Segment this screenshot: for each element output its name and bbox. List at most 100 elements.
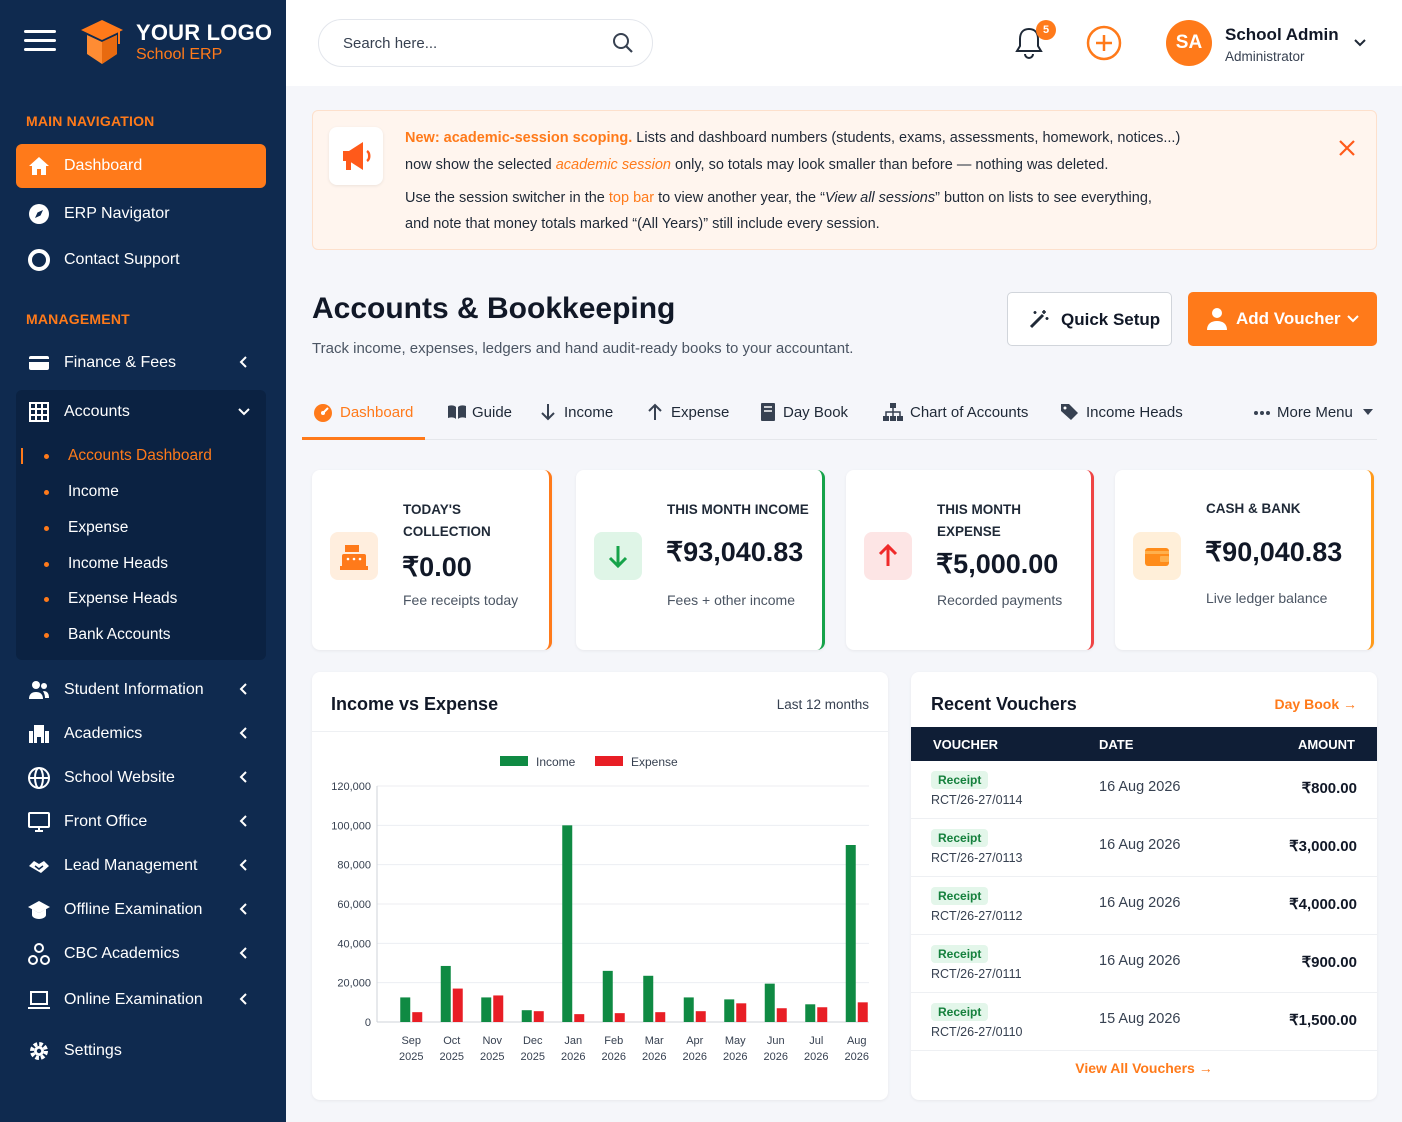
notice-emphasis: academic session [555,157,671,173]
sidebar-item-academics[interactable]: Academics [16,712,266,756]
sidebar-item-student-information[interactable]: Student Information [16,668,266,712]
table-row[interactable]: Receipt RCT/26-27/0110 15 Aug 2026 ₹1,50… [911,993,1377,1051]
sidebar-item-label: Dashboard [64,157,143,174]
stat-card-todays-collection: TODAY'S COLLECTION ₹0.00 Fee receipts tod… [312,470,552,650]
table-row[interactable]: Receipt RCT/26-27/0113 16 Aug 2026 ₹3,00… [911,819,1377,877]
sub-item-accounts-dashboard[interactable]: Accounts Dashboard [44,447,212,465]
chevron-left-icon [239,727,247,739]
stat-value: ₹93,040.83 [666,537,804,567]
bar-income [562,825,573,1022]
x-tick-label: Jul [809,1035,823,1047]
megaphone-icon [329,127,383,185]
x-tick-label: Jan [564,1035,582,1047]
add-voucher-label: Add Voucher [1236,309,1341,328]
logo-text: YOUR LOGO [136,20,273,45]
stat-value: ₹90,040.83 [1205,537,1343,567]
x-tick-label: 2026 [602,1051,626,1063]
sidebar-item-cbc-academics[interactable]: CBC Academics [16,932,266,976]
page-title: Accounts & Bookkeeping [312,292,676,325]
quick-setup-label: Quick Setup [1061,310,1161,329]
user-name[interactable]: School Admin [1225,25,1339,45]
sidebar-item-label: Offline Examination [64,901,203,918]
card-icon [29,356,49,370]
sub-item-income[interactable]: Income [44,483,119,501]
sidebar-item-erp-navigator[interactable]: ERP Navigator [16,192,266,236]
close-icon[interactable] [1338,139,1356,157]
voucher-number: RCT/26-27/0110 [931,1025,1023,1039]
active-tab-underline [302,437,425,440]
notice-banner: New: academic-session scoping. Lists and… [312,110,1377,250]
laptop-icon [28,991,50,1009]
sub-item-bank-accounts[interactable]: Bank Accounts [44,626,171,644]
sub-item-income-heads[interactable]: Income Heads [44,555,168,573]
voucher-type-badge: Receipt [931,945,989,963]
chevron-left-icon [239,771,247,783]
tab-label: Dashboard [340,404,414,421]
search-icon[interactable] [612,32,634,54]
tab-label: Chart of Accounts [910,404,1029,421]
recent-vouchers-card: Recent Vouchers Day Book → VOUCHER DATE … [911,672,1377,1100]
x-tick-label: Nov [482,1035,502,1047]
chevron-down-icon[interactable] [1352,35,1368,51]
bar-expense [412,1012,423,1022]
chevron-left-icon [239,903,247,915]
notice-link[interactable]: top bar [609,190,654,206]
table-row[interactable]: Receipt RCT/26-27/0114 16 Aug 2026 ₹800.… [911,761,1377,819]
sidebar-item-offline-examination[interactable]: Offline Examination [16,888,266,932]
sidebar-item-finance[interactable]: Finance & Fees [16,341,266,385]
add-voucher-button[interactable]: Add Voucher [1188,292,1377,346]
stat-card-cash-bank: CASH & BANK ₹90,040.83 Live ledger balan… [1115,470,1374,650]
voucher-date: 16 Aug 2026 [1099,953,1181,969]
sub-item-expense[interactable]: Expense [43,519,128,537]
arrow-right-icon: → [1198,1060,1213,1076]
x-tick-label: Oct [443,1035,460,1047]
sidebar-item-lead-management[interactable]: Lead Management [16,844,266,888]
graduation-cap-icon [28,901,50,919]
sidebar-item-label: Finance & Fees [64,354,177,371]
x-tick-label: 2026 [764,1051,788,1063]
bar-expense [817,1007,828,1022]
stat-note: Fees + other income [667,592,796,608]
y-tick-label: 60,000 [337,899,371,911]
user-plus-icon [1207,308,1227,330]
view-all-vouchers-link[interactable]: View All Vouchers → [911,1060,1377,1076]
table-row[interactable]: Receipt RCT/26-27/0112 16 Aug 2026 ₹4,00… [911,877,1377,935]
bar-expense [736,1003,747,1022]
bar-income [521,1010,532,1022]
voucher-amount: ₹900.00 [1301,954,1357,971]
y-tick-label: 0 [365,1017,371,1029]
table-row[interactable]: Receipt RCT/26-27/0111 16 Aug 2026 ₹900.… [911,935,1377,993]
x-tick-label: 2026 [642,1051,666,1063]
x-tick-label: 2026 [723,1051,747,1063]
add-circle-icon[interactable] [1086,25,1122,61]
vouchers-title: Recent Vouchers [931,694,1077,714]
sidebar-item-contact-support[interactable]: Contact Support [16,238,266,282]
voucher-amount: ₹800.00 [1301,780,1357,797]
menu-icon[interactable] [24,30,56,54]
magic-wand-icon [1029,310,1049,329]
book-open-icon [448,405,466,419]
home-icon [29,157,49,175]
day-book-link[interactable]: Day Book → [1275,696,1357,712]
top-bar: Search here... 5 SA School Admin Adminis… [286,0,1402,86]
chevron-down-icon [1347,315,1359,323]
sidebar-item-front-office[interactable]: Front Office [16,800,266,844]
search-input[interactable]: Search here... [318,19,653,67]
chevron-left-icon [239,356,247,368]
book-icon [761,403,775,421]
sidebar-item-accounts[interactable]: Accounts [16,390,266,434]
x-tick-label: Jun [767,1035,785,1047]
sidebar-item-online-examination[interactable]: Online Examination [16,978,266,1022]
management-title: MANAGEMENT [26,311,130,327]
sub-item-expense-heads[interactable]: Expense Heads [43,590,177,608]
avatar[interactable]: SA [1166,20,1212,66]
lifebuoy-icon [28,249,50,271]
notice-text: Lists and dashboard numbers (students, e… [632,130,1181,146]
y-tick-label: 100,000 [331,820,371,832]
logo-icon [81,20,123,64]
x-tick-label: Feb [604,1035,623,1047]
quick-setup-button[interactable]: Quick Setup [1007,292,1172,346]
sidebar-item-dashboard[interactable]: Dashboard [16,144,266,188]
sidebar-item-school-website[interactable]: School Website [16,756,266,800]
sidebar-item-settings[interactable]: Settings [16,1029,266,1073]
